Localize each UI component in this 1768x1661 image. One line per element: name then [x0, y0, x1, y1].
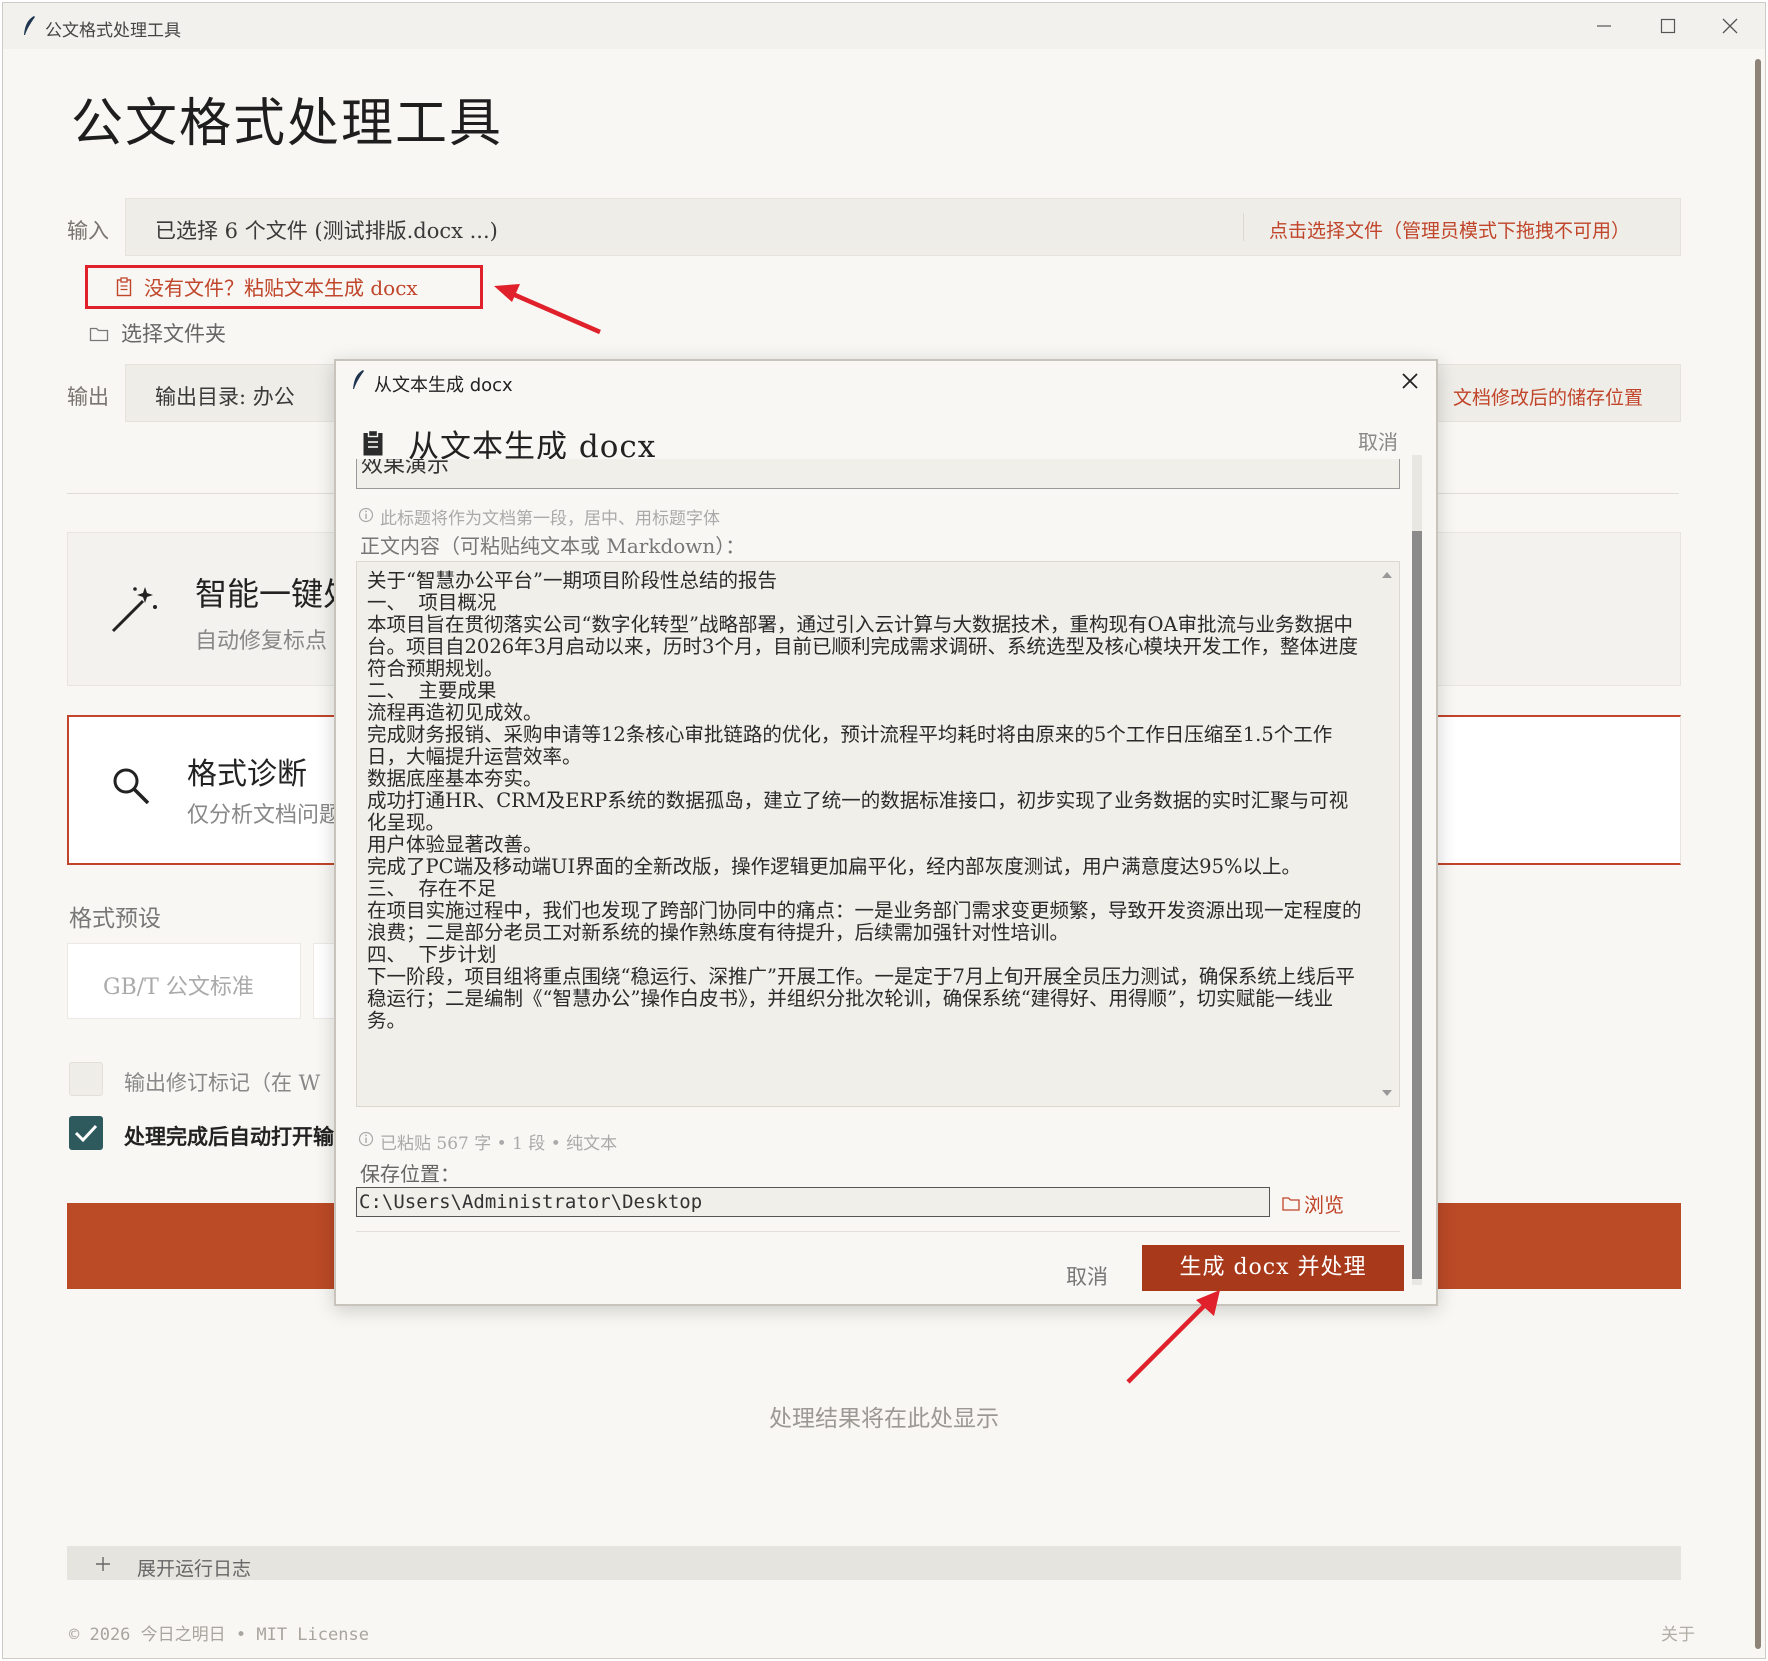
browse-button[interactable]: 浏览: [1304, 1189, 1344, 1218]
footer-copyright: © 2026 今日之明日 • MIT License: [69, 1625, 369, 1645]
feather-icon: [24, 16, 35, 35]
close-icon: [1402, 373, 1418, 389]
body-text: 关于“智慧办公平台”一期项目阶段性总结的报告 一、 项目概况 本项目旨在贯彻落实…: [367, 569, 1362, 1032]
folder-icon: [1282, 1197, 1300, 1211]
feather-icon: [353, 370, 364, 389]
annotation-arrow: [1126, 1290, 1220, 1384]
close-button[interactable]: [1695, 3, 1765, 49]
paste-stats: 已粘贴 567 字 • 1 段 • 纯文本: [380, 1134, 618, 1154]
diag-card-title: 格式诊断: [187, 757, 307, 792]
save-path-input[interactable]: C:\Users\Administrator\Desktop: [356, 1187, 1270, 1217]
result-placeholder: 处理结果将在此处显示: [769, 1406, 999, 1432]
save-path-value: C:\Users\Administrator\Desktop: [359, 1191, 703, 1213]
minimize-icon: [1597, 25, 1611, 27]
close-icon: [1722, 18, 1738, 34]
dialog-cancel-top-button[interactable]: 取消: [1358, 426, 1398, 455]
doc-title-value: 效果演示: [361, 459, 450, 478]
preset-section-title: 格式预设: [69, 906, 161, 932]
magic-wand-icon: [111, 587, 157, 633]
maximize-button[interactable]: [1633, 3, 1703, 49]
preset-gbt-label: GB/T 公文标准: [103, 975, 254, 1000]
output-label: 输出: [67, 385, 109, 409]
app-title: 公文格式处理工具: [71, 94, 504, 154]
revision-label: 输出修订标记（在 W: [124, 1071, 321, 1095]
divider: [1243, 213, 1244, 241]
output-value: 输出目录: 办公: [155, 385, 295, 409]
save-location-label: 保存位置：: [360, 1162, 460, 1186]
info-icon: [358, 507, 374, 523]
check-icon: [74, 1124, 98, 1143]
window-title: 公文格式处理工具: [45, 21, 181, 41]
clipboard-icon: [116, 277, 132, 297]
select-folder-link[interactable]: 选择文件夹: [121, 318, 226, 348]
minimize-button[interactable]: [1569, 3, 1639, 49]
about-link[interactable]: 关于: [1661, 1620, 1695, 1645]
body-textarea[interactable]: 关于“智慧办公平台”一期项目阶段性总结的报告 一、 项目概况 本项目旨在贯彻落实…: [356, 561, 1400, 1107]
revision-checkbox[interactable]: [69, 1062, 103, 1096]
output-hint: 文档修改后的储存位置: [1453, 387, 1644, 409]
maximize-icon: [1660, 18, 1676, 34]
search-icon: [113, 768, 150, 805]
clipboard-icon: [363, 429, 383, 456]
dialog-title-bar: 从文本生成 docx: [336, 361, 1436, 401]
dialog-window-title: 从文本生成 docx: [374, 375, 513, 396]
dialog-close-button[interactable]: [1398, 369, 1422, 393]
input-label: 输入: [67, 219, 109, 243]
scroll-up-icon[interactable]: [1381, 570, 1393, 580]
generate-docx-button[interactable]: 生成 docx 并处理: [1142, 1245, 1404, 1291]
textarea-scrollbar[interactable]: [1373, 562, 1399, 1106]
paste-text-link[interactable]: 没有文件？粘贴文本生成 docx: [144, 272, 418, 301]
diag-card-subtitle: 仅分析文档问题: [187, 803, 342, 828]
log-toggle[interactable]: 展开运行日志: [67, 1546, 1681, 1580]
folder-icon: [89, 327, 109, 342]
smart-card-title: 智能一键处: [195, 575, 356, 613]
auto-open-checkbox[interactable]: [69, 1116, 103, 1150]
select-file-link[interactable]: 点击选择文件（管理员模式下拖拽不可用）: [1269, 216, 1630, 243]
doc-title-input[interactable]: 效果演示: [356, 459, 1400, 489]
title-bar: 公文格式处理工具: [3, 3, 1765, 49]
divider: [356, 1231, 1400, 1232]
plus-icon: [96, 1557, 110, 1571]
body-label: 正文内容（可粘贴纯文本或 Markdown）：: [360, 534, 746, 558]
title-hint: 此标题将作为文档第一段，居中、用标题字体: [380, 509, 720, 529]
scroll-down-icon[interactable]: [1381, 1088, 1393, 1098]
text-to-docx-dialog: 从文本生成 docx 从文本生成 docx 取消 效果演示 此标题将作为文档第一…: [334, 359, 1438, 1306]
input-value: 已选择 6 个文件 (测试排版.docx ...): [155, 219, 498, 243]
log-toggle-label: 展开运行日志: [137, 1558, 252, 1580]
dialog-scrollbar-thumb[interactable]: [1412, 531, 1422, 1279]
annotation-arrow: [494, 284, 601, 335]
smart-card-subtitle: 自动修复标点: [195, 629, 328, 654]
auto-open-label: 处理完成后自动打开输: [124, 1124, 334, 1149]
info-icon: [358, 1131, 374, 1147]
dialog-cancel-button[interactable]: 取消: [1066, 1261, 1108, 1291]
